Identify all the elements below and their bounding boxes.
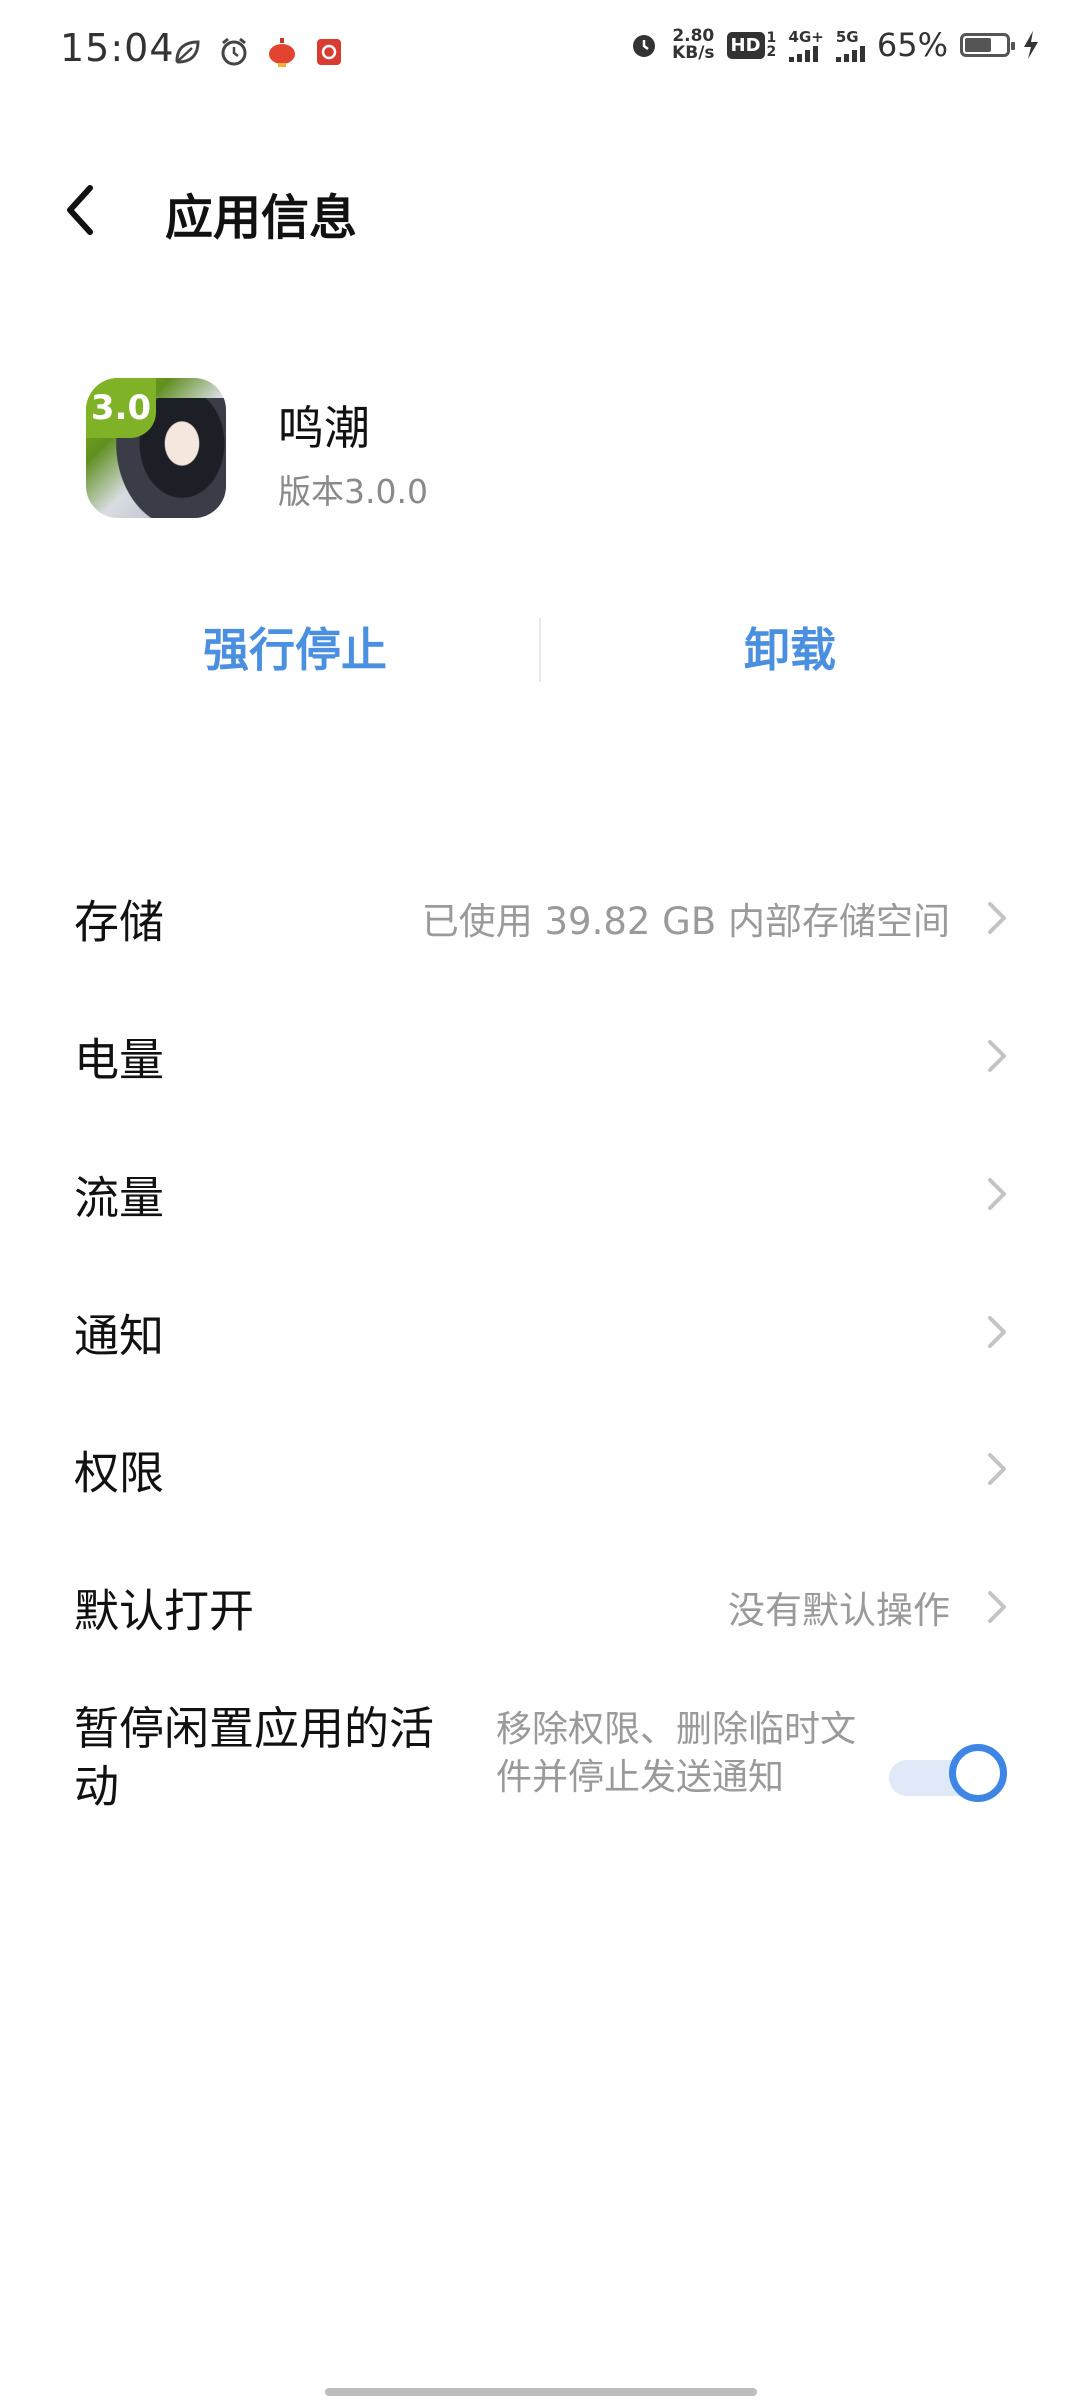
- row-pause-unused-app: 暂停闲置应用的活动 移除权限、删除临时文件并停止发送通知: [0, 1700, 1080, 1870]
- row-data-usage[interactable]: 流量: [0, 1125, 1080, 1263]
- row-label: 通知: [74, 1309, 165, 1363]
- back-arrow-icon: [67, 185, 93, 235]
- row-notifications[interactable]: 通知: [0, 1263, 1080, 1401]
- network-speed: 2.80 KB/s: [672, 26, 715, 63]
- row-permissions[interactable]: 权限: [0, 1400, 1080, 1538]
- row-open-by-default[interactable]: 默认打开 没有默认操作: [0, 1538, 1080, 1676]
- chevron-right-icon: [988, 1316, 1006, 1348]
- red-envelope-icon: [317, 39, 341, 65]
- battery-fill: [965, 38, 991, 52]
- notification-icons: [172, 36, 344, 68]
- row-storage[interactable]: 存储 已使用 39.82 GB 内部存储空间: [0, 849, 1080, 987]
- uninstall-button[interactable]: 卸载: [650, 610, 930, 690]
- row-battery[interactable]: 电量: [0, 987, 1080, 1125]
- charging-icon: [1024, 31, 1038, 59]
- alarm-icon: [633, 35, 656, 57]
- force-stop-button[interactable]: 强行停止: [140, 610, 450, 690]
- app-icon: 3.0: [86, 378, 226, 518]
- row-label: 默认打开: [74, 1584, 255, 1638]
- status-bar: 15:04 2.80 KB/s HD 1 2 4G+ 5G 65%: [0, 0, 1080, 110]
- row-value: 已使用 39.82 GB 内部存储空间: [421, 900, 950, 943]
- app-bar: 应用信息: [0, 150, 1080, 270]
- signal-5g: 5G: [835, 28, 865, 62]
- toggle-knob: [949, 1744, 1007, 1802]
- home-indicator[interactable]: [325, 2388, 757, 2396]
- signal-4g: 4G+: [788, 28, 824, 62]
- alarm-icon: [221, 37, 247, 66]
- page-title: 应用信息: [165, 190, 358, 246]
- app-icon-badge: 3.0: [86, 378, 156, 438]
- hd-icon: HD 1 2: [726, 31, 777, 59]
- signal-bars-icon: [835, 45, 865, 62]
- chevron-right-icon: [988, 902, 1006, 934]
- red-lantern-icon: [269, 38, 295, 67]
- battery-icon: [960, 33, 1015, 57]
- row-label: 电量: [74, 1033, 165, 1087]
- app-version: 版本3.0.0: [278, 472, 428, 511]
- chevron-right-icon: [988, 1453, 1006, 1485]
- row-label: 流量: [74, 1171, 165, 1225]
- row-label: 存储: [74, 895, 165, 949]
- chevron-right-icon: [988, 1040, 1006, 1072]
- chevron-right-icon: [988, 1178, 1006, 1210]
- system-status-icons: 2.80 KB/s HD 1 2 4G+ 5G 65%: [628, 26, 1040, 64]
- row-value: 没有默认操作: [728, 1589, 950, 1632]
- row-label: 暂停闲置应用的活动: [74, 1702, 435, 1813]
- action-divider: [539, 618, 541, 682]
- row-label: 权限: [74, 1446, 165, 1500]
- leaf-icon: [175, 40, 200, 64]
- battery-percent: 65%: [876, 26, 948, 64]
- pause-app-activity-toggle[interactable]: [889, 1740, 1007, 1808]
- row-description: 移除权限、删除临时文件并停止发送通知: [496, 1709, 857, 1798]
- chevron-right-icon: [988, 1591, 1006, 1623]
- app-name: 鸣潮: [278, 401, 370, 455]
- back-button[interactable]: [60, 170, 130, 250]
- signal-bars-icon: [788, 45, 818, 62]
- status-time: 15:04: [60, 26, 175, 70]
